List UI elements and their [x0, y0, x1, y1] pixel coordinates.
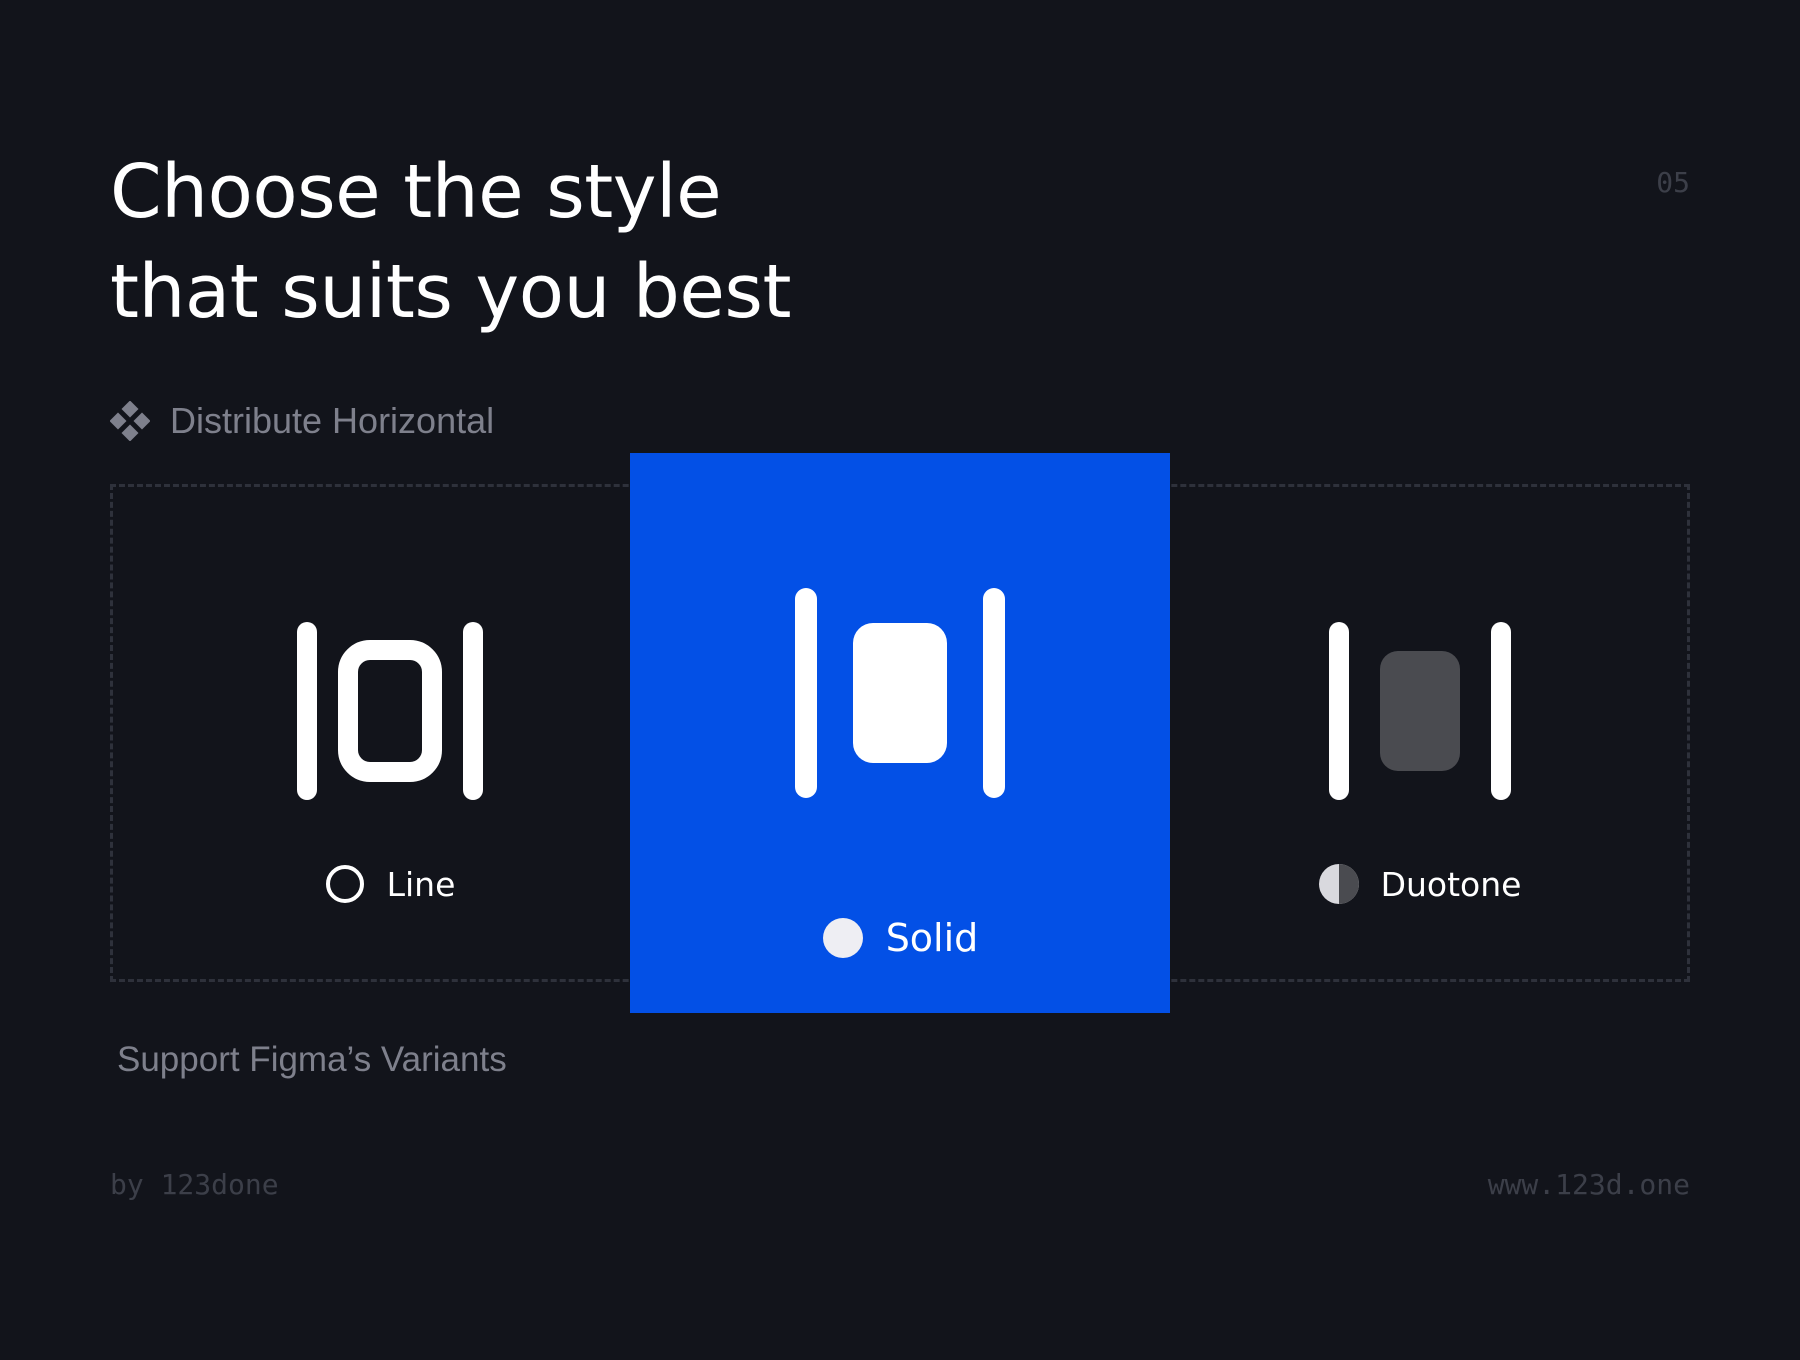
page-title: Choose the style that suits you best: [110, 142, 791, 342]
variant-solid[interactable]: Solid: [630, 588, 1170, 960]
page-number: 05: [1656, 166, 1690, 199]
distribute-horizontal-duotone-icon: [1329, 622, 1511, 800]
footer-website[interactable]: www.123d.one: [1488, 1168, 1690, 1201]
variant-line-label: Line: [386, 864, 456, 904]
variant-solid-label: Solid: [885, 916, 979, 960]
figma-component-icon: [110, 401, 150, 441]
circle-outline-icon: [325, 865, 364, 903]
distribute-horizontal-line-icon: [297, 622, 483, 800]
footer-author: by 123done: [110, 1168, 279, 1201]
distribute-horizontal-solid-icon: [795, 588, 1005, 798]
page-title-line-1: Choose the style: [110, 149, 722, 235]
variant-line[interactable]: Line: [270, 620, 510, 904]
component-name: Distribute Horizontal: [170, 400, 495, 441]
page-title-line-2: that suits you best: [110, 249, 791, 335]
variant-duotone[interactable]: Duotone: [1300, 620, 1540, 904]
component-label: Distribute Horizontal: [110, 400, 494, 442]
variant-duotone-label: Duotone: [1380, 864, 1522, 904]
variant-line-option[interactable]: Line: [325, 864, 456, 904]
circle-filled-icon: [822, 918, 863, 958]
support-text: Support Figma’s Variants: [117, 1040, 507, 1079]
variant-solid-option[interactable]: Solid: [822, 916, 979, 960]
variant-duotone-option[interactable]: Duotone: [1318, 864, 1522, 904]
circle-half-icon: [1318, 864, 1359, 904]
